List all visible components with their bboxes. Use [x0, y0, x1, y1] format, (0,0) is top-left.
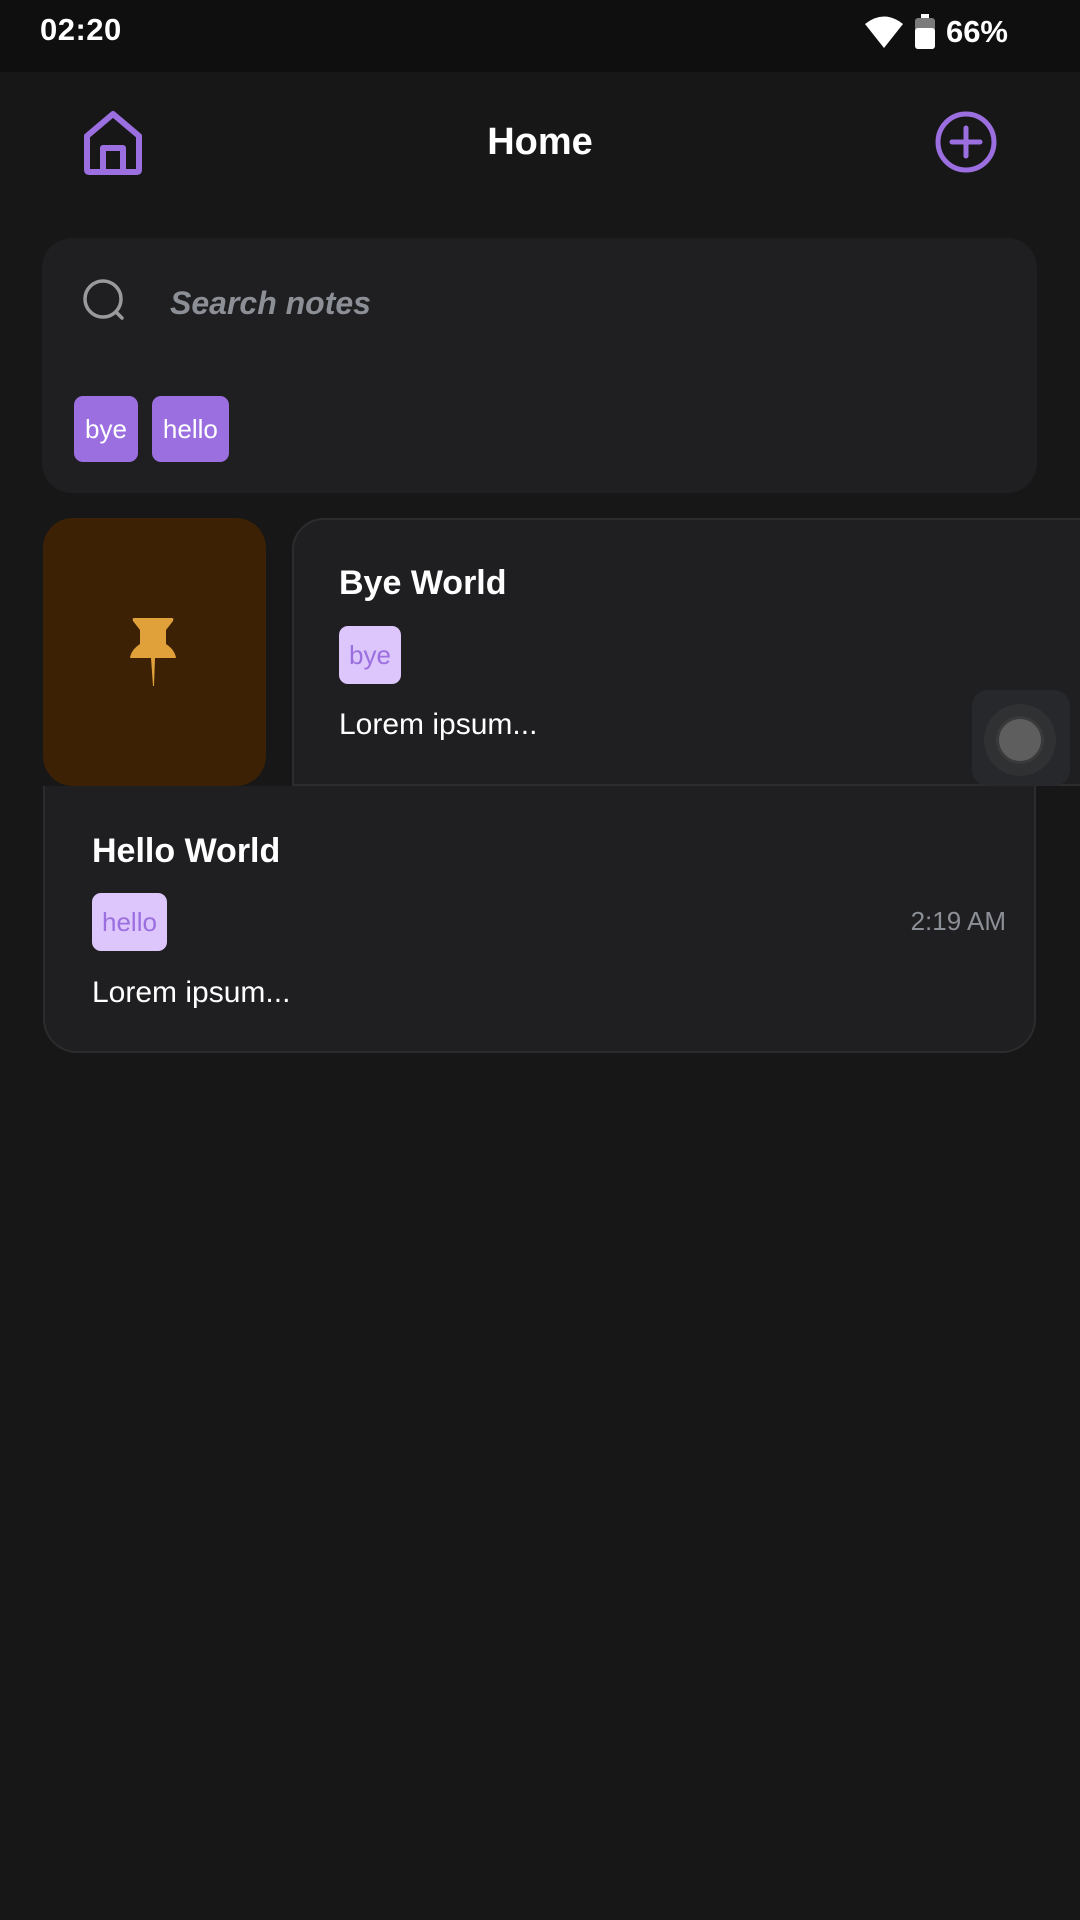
search-card: bye hello: [42, 238, 1037, 493]
battery-percentage: 66%: [945, 14, 1008, 49]
scroll-handle[interactable]: [996, 716, 1044, 764]
filter-tag-bye[interactable]: bye: [74, 396, 138, 462]
status-icons: 66%: [864, 12, 1008, 52]
note-title: Bye World: [339, 564, 507, 602]
status-time: 02:20: [40, 12, 122, 47]
wifi-icon: [864, 16, 903, 48]
note-tag: hello: [92, 893, 167, 951]
pin-icon: [130, 618, 176, 686]
search-icon: [83, 279, 124, 320]
add-circle-icon: [935, 111, 997, 173]
note-card-hello-world[interactable]: Hello World hello 2:19 AM Lorem ipsum...: [43, 786, 1036, 1053]
note-body: Lorem ipsum...: [339, 708, 538, 741]
filter-tag-list: bye hello: [74, 396, 229, 462]
search-input[interactable]: [168, 274, 972, 332]
status-bar: 02:20 66%: [0, 0, 1080, 72]
filter-tag-hello[interactable]: hello: [151, 396, 229, 462]
note-timestamp: 2:19 AM: [910, 906, 1006, 936]
note-card-bye-world[interactable]: Bye World bye Lorem ipsum...: [292, 518, 1080, 786]
battery-icon: [914, 14, 935, 49]
page-title: Home: [487, 121, 593, 163]
note-title: Hello World: [92, 832, 281, 870]
note-tag: bye: [339, 626, 401, 684]
note-body: Lorem ipsum...: [92, 976, 291, 1009]
add-note-button[interactable]: [934, 110, 998, 174]
